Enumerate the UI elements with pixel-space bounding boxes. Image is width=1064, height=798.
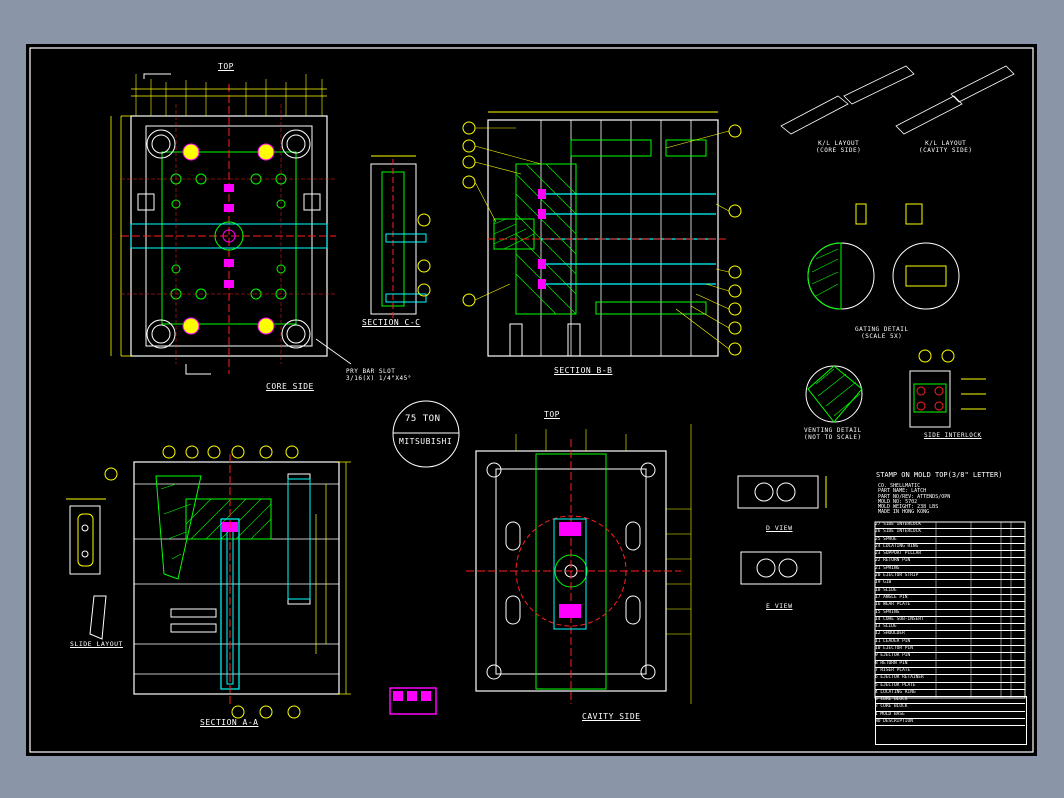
section-aa-view xyxy=(66,445,351,719)
bom-row: 14 CORE SUB-INSERT xyxy=(875,617,1025,625)
bom-row: 9 EJECTOR PIN xyxy=(875,653,1025,661)
d-view xyxy=(737,475,827,509)
bom-row: 11 LEADER PIN xyxy=(875,639,1025,647)
top-label: TOP xyxy=(218,62,234,71)
bom-row: 23 SUPPORT PILLAR xyxy=(875,551,1025,559)
bom-row: 21 SPRING xyxy=(875,566,1025,574)
venting-detail xyxy=(805,365,863,423)
kl-layout-cavity-label: K/L LAYOUT (CAVITY SIDE) xyxy=(919,140,973,154)
bom-row: 16 WEAR PLATE xyxy=(875,602,1025,610)
bom-row: 24 LOCATING RING xyxy=(875,544,1025,552)
d-view-label: D VIEW xyxy=(766,524,793,532)
venting-detail-label: VENTING DETAIL (NOT TO SCALE) xyxy=(804,427,862,441)
press-badge xyxy=(392,400,460,468)
bom-row: 25 SPRUE xyxy=(875,537,1025,544)
bom-row: 20 EJECTOR STRIP xyxy=(875,573,1025,581)
core-side-label: CORE SIDE xyxy=(266,382,314,391)
section-cc-view xyxy=(370,155,431,319)
stamp-title: STAMP ON MOLD TOP(3/8" LETTER) xyxy=(876,471,1003,479)
drawing-sheet: TOP CORE SIDE SECTION C-C SECTION B-B SE… xyxy=(26,44,1037,756)
gating-detail xyxy=(807,203,960,310)
bom-row: 18 SLIDE xyxy=(875,588,1025,595)
bom-row: 7 RISER PLATE xyxy=(875,668,1025,676)
side-interlock-label: SIDE INTERLOCK xyxy=(924,432,982,439)
side-interlock-view xyxy=(909,349,986,428)
cavity-top-label: TOP xyxy=(544,410,560,419)
bom-row: 27 SIDE INTERLOCK xyxy=(875,522,1025,530)
stamp-notes: CO. SHELLMATIC PART NAME: LATCH PART NO/RE… xyxy=(878,483,950,516)
section-aa-label: SECTION A-A xyxy=(200,718,259,727)
kl-layout-core-label: K/L LAYOUT (CORE SIDE) xyxy=(816,140,862,154)
gating-detail-label: GATING DETAIL (SCALE 5X) xyxy=(855,326,909,340)
bom-row: 8 RETURN PIN xyxy=(875,661,1025,668)
bom-row: 26 SIDE INTERLOCK xyxy=(875,529,1025,537)
bom-row: 15 SPRING xyxy=(875,610,1025,617)
cavity-side-label: CAVITY SIDE xyxy=(582,712,641,721)
section-cc-label: SECTION C-C xyxy=(362,318,421,327)
bom-row: 22 RETURN PIN xyxy=(875,558,1025,566)
pry-bar-slot-note: PRY BAR SLOT 3/16(X) 1/4"X45° xyxy=(346,368,412,382)
cavity-side-view xyxy=(466,424,692,704)
bom-row: 5 EJECTOR PLATE xyxy=(875,683,1025,690)
e-view-label: E VIEW xyxy=(766,602,793,610)
bom-row: 10 EJECTOR PIN xyxy=(875,646,1025,654)
bom-row: 19 GIB xyxy=(875,580,1025,588)
bom-row: 6 EJECTOR RETAINER xyxy=(875,675,1025,683)
bom-row: 17 ANGLE PIN xyxy=(875,595,1025,603)
core-side-view xyxy=(110,73,352,375)
press-maker: MITSUBISHI xyxy=(399,437,453,446)
stamp-note-line: MADE IN HONG KONG xyxy=(878,509,930,516)
section-bb-view xyxy=(462,111,742,357)
slide-layout-label: SLIDE LAYOUT xyxy=(70,640,123,648)
bom-row: 12 SHOULDER xyxy=(875,631,1025,639)
kl-layout xyxy=(780,65,1015,135)
bom-row: 13 SLIDE xyxy=(875,624,1025,632)
title-block xyxy=(875,696,1027,745)
press-tonnage: 75 TON xyxy=(405,414,441,424)
e-view xyxy=(740,551,822,585)
section-bb-label: SECTION B-B xyxy=(554,366,613,375)
